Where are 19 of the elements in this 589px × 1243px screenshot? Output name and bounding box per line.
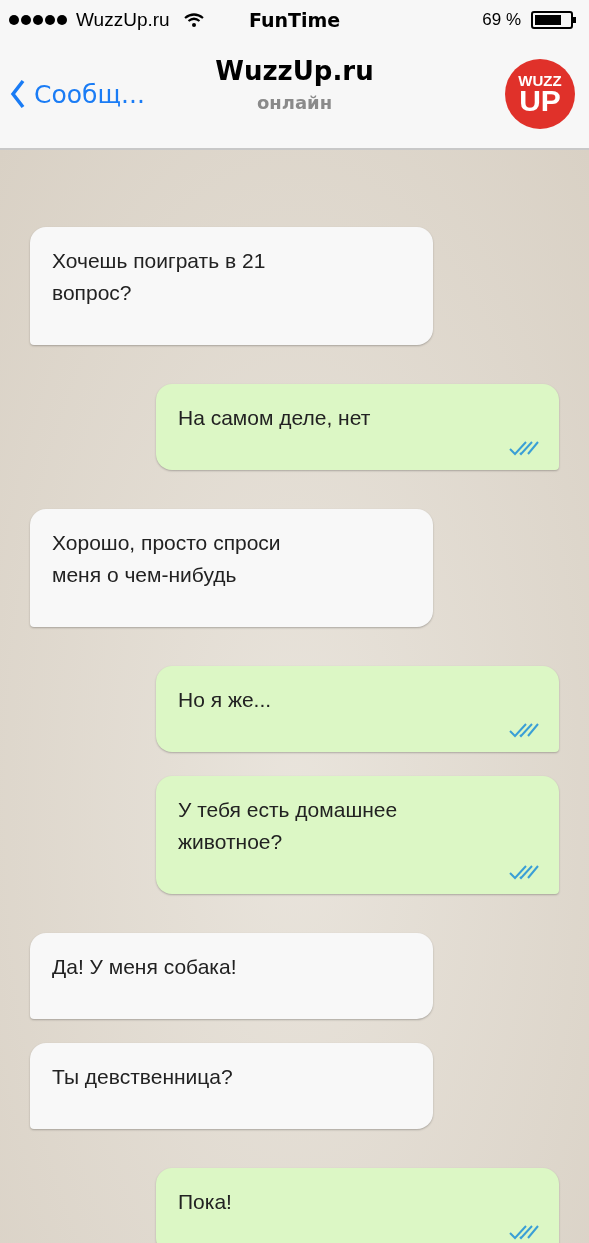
message-text: Но я же... xyxy=(178,687,273,713)
chevron-left-icon xyxy=(10,79,26,109)
signal-icon xyxy=(8,14,70,26)
message-text: У тебя есть домашнее животное? xyxy=(178,797,399,855)
message-text: Хорошо, просто спроси меня о чем-нибудь xyxy=(52,530,282,588)
chat-title: WuzzUp.ru xyxy=(215,56,374,86)
back-button[interactable]: Сообщ... xyxy=(10,79,145,109)
status-title: FunTime xyxy=(248,9,341,31)
message-text: На самом деле, нет xyxy=(178,405,372,431)
battery-icon xyxy=(531,11,577,29)
message-text: Да! У меня собака! xyxy=(52,954,238,980)
wifi-icon xyxy=(183,13,204,27)
message-text: Ты девственница? xyxy=(52,1064,234,1090)
carrier-name: WuzzUp.ru xyxy=(76,9,170,31)
message-text: Пока! xyxy=(178,1189,233,1215)
avatar-logo[interactable]: WUZZ UP xyxy=(505,59,575,129)
message-text: Хочешь поиграть в 21 вопрос? xyxy=(52,248,267,306)
online-status: онлайн xyxy=(256,92,333,113)
battery-percent: 69 % xyxy=(482,10,521,30)
